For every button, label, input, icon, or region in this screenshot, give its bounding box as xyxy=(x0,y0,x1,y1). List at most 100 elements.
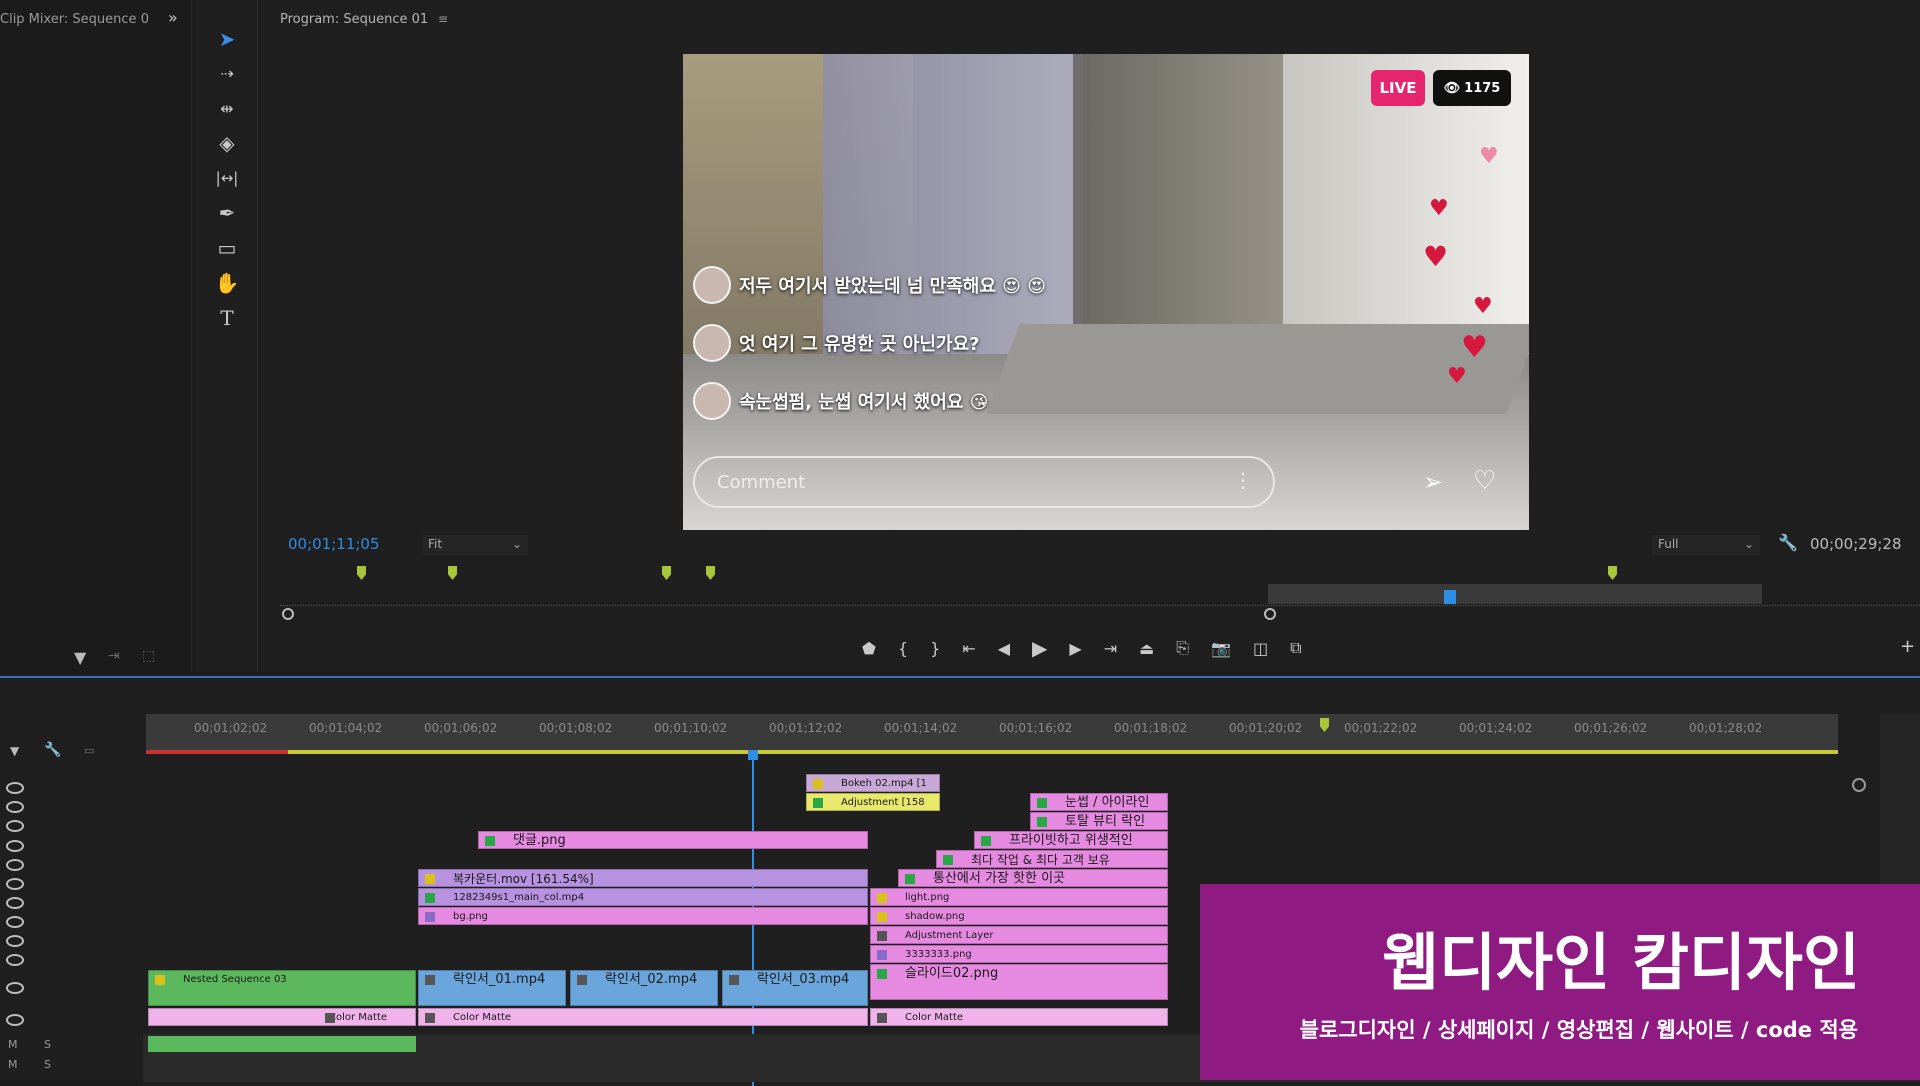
clip-nested-sequence[interactable]: Nested Sequence 03 xyxy=(148,970,416,1006)
track-eye-icon[interactable] xyxy=(6,935,24,947)
ruler-tick-label: 00;01;22;02 xyxy=(1344,721,1418,735)
quality-dropdown[interactable]: Full ⌄ xyxy=(1652,535,1760,555)
add-button-icon[interactable]: + xyxy=(1900,636,1915,657)
ruler-tick-label: 00;01;26;02 xyxy=(1574,721,1648,735)
comment-placeholder: Comment xyxy=(717,472,806,493)
mark-out-icon[interactable]: } xyxy=(930,639,940,658)
clip-lock1[interactable]: 락인서_01.mp4 xyxy=(418,970,566,1006)
monitor-playhead[interactable] xyxy=(1444,590,1456,604)
track-eye-icon[interactable] xyxy=(6,859,24,871)
clip-best-work-title[interactable]: 최다 작업 & 최다 고객 보유 xyxy=(936,850,1168,868)
solo-label-s[interactable]: S xyxy=(44,1038,51,1051)
playhead-timecode[interactable]: 00;01;11;05 xyxy=(288,535,380,553)
clip-3333333-png[interactable]: 3333333.png xyxy=(870,945,1168,963)
vertical-zoom-handle[interactable] xyxy=(1852,778,1866,792)
chevron-down-icon: ⌄ xyxy=(511,537,522,551)
track-eye-icon[interactable] xyxy=(6,982,24,994)
type-tool-icon[interactable]: T xyxy=(212,303,242,333)
filter-icon[interactable]: ▼ xyxy=(74,648,86,667)
mark-in-icon[interactable]: { xyxy=(898,639,908,658)
go-to-out-icon[interactable]: ⇥ xyxy=(1104,639,1117,658)
timeline-playhead-handle[interactable] xyxy=(748,750,758,760)
clip-slide-png[interactable]: 슬라이드02.png xyxy=(870,964,1168,1000)
clip-bg-png[interactable]: bg.png xyxy=(418,907,868,925)
insert-icon[interactable]: ⇥ xyxy=(108,648,120,664)
clip-hot-place-title[interactable]: 통산에서 가장 핫한 이곳 xyxy=(898,869,1168,887)
clip-beauty-title[interactable]: 토탈 뷰티 락인 xyxy=(1030,812,1168,830)
snap-icon[interactable]: ▼ xyxy=(10,744,19,758)
step-forward-icon[interactable]: ▶ xyxy=(1069,639,1081,658)
time-ruler[interactable]: 00;01;02;02 00;01;04;02 00;01;06;02 00;01;0… xyxy=(146,714,1838,752)
track-eye-icon[interactable] xyxy=(6,801,24,813)
lift-icon[interactable]: ⏏ xyxy=(1139,639,1154,658)
mute-label-m[interactable]: M xyxy=(8,1038,18,1051)
ruler-tick-label: 00;01;08;02 xyxy=(539,721,613,735)
add-marker-icon[interactable]: ⬟ xyxy=(862,639,876,658)
razor-tool-icon[interactable]: ◈ xyxy=(212,128,242,158)
chevron-down-icon: ⌄ xyxy=(1743,537,1754,551)
clip-lock3[interactable]: 락인서_03.mp4 xyxy=(722,970,868,1006)
clip-private-title[interactable]: 프라이빗하고 위생적인 xyxy=(974,831,1168,849)
comparison-view-icon[interactable]: ◫ xyxy=(1253,639,1268,658)
monitor-work-area[interactable] xyxy=(1268,584,1762,604)
clip-color-matte-2[interactable]: Color Matte xyxy=(418,1008,868,1026)
audio-clip[interactable] xyxy=(148,1036,416,1052)
rectangle-tool-icon[interactable]: ▭ xyxy=(212,233,242,263)
clip-eyeliner-title[interactable]: 눈썹 / 아이라인 xyxy=(1030,793,1168,811)
render-bar-red xyxy=(146,750,288,754)
clip-shadow-png[interactable]: shadow.png xyxy=(870,907,1168,925)
hand-tool-icon[interactable]: ✋ xyxy=(212,268,242,298)
track-eye-icon[interactable] xyxy=(6,820,24,832)
scroll-end-handle[interactable] xyxy=(1264,608,1276,620)
zoom-dropdown[interactable]: Fit ⌄ xyxy=(422,535,528,555)
slip-tool-icon[interactable]: |↔| xyxy=(212,163,242,193)
pen-tool-icon[interactable]: ✒ xyxy=(212,198,242,228)
clip-color-matte-1[interactable]: Color Matte xyxy=(148,1008,416,1026)
play-icon[interactable]: ▶ xyxy=(1032,636,1047,660)
track-eye-icon[interactable] xyxy=(6,878,24,890)
camera-icon[interactable]: 📷 xyxy=(1211,639,1231,658)
panel-menu-chevron-icon[interactable]: » xyxy=(168,8,178,27)
track-eye-icon[interactable] xyxy=(6,897,24,909)
send-icon[interactable]: ➢ xyxy=(1423,468,1443,496)
scroll-start-handle[interactable] xyxy=(282,608,294,620)
avatar xyxy=(693,382,731,420)
promo-banner: 웹디자인 캄디자인 블로그디자인 / 상세페이지 / 영상편집 / 웹사이트 /… xyxy=(1200,884,1920,1080)
go-to-in-icon[interactable]: ⇤ xyxy=(962,639,975,658)
floating-heart-icon: ♥ xyxy=(1473,294,1493,319)
clip-lock2[interactable]: 락인서_02.mp4 xyxy=(570,970,718,1006)
clip-adjustment-layer[interactable]: Adjustment Layer xyxy=(870,926,1168,944)
clip-bokeh[interactable]: Bokeh 02.mp4 [1 xyxy=(806,774,940,792)
heart-outline-icon[interactable]: ♡ xyxy=(1473,466,1496,496)
clip-color-matte-3[interactable]: Color Matte xyxy=(870,1008,1168,1026)
multi-camera-icon[interactable]: ⧉ xyxy=(1290,638,1301,658)
clip-adjustment[interactable]: Adjustment [158 xyxy=(806,793,940,811)
ripple-edit-tool-icon[interactable]: ⇹ xyxy=(212,93,242,123)
extract-icon[interactable]: ⎘ xyxy=(1176,638,1189,658)
solo-label-s[interactable]: S xyxy=(44,1058,51,1071)
clip-light-png[interactable]: light.png xyxy=(870,888,1168,906)
floating-heart-icon: ♥ xyxy=(1429,196,1449,221)
track-eye-icon[interactable] xyxy=(6,954,24,966)
clip-counter-mov[interactable]: 복카운터.mov [161.54%] xyxy=(418,869,868,887)
wrench-icon[interactable]: 🔧 xyxy=(1778,533,1798,552)
comment-input[interactable]: Comment ⋮ xyxy=(693,456,1275,508)
selection-tool-icon[interactable]: ➤ xyxy=(212,24,242,54)
track-eye-icon[interactable] xyxy=(6,840,24,852)
export-icon[interactable]: ⬚ xyxy=(142,648,155,664)
mute-label-m[interactable]: M xyxy=(8,1058,18,1071)
ruler-tick-label: 00;01;24;02 xyxy=(1459,721,1533,735)
chat-text: 속눈썹펌, 눈썹 여기서 했어요 😘 xyxy=(739,392,989,413)
captions-icon[interactable]: ▭ xyxy=(84,744,94,757)
monitor-menu-icon[interactable]: ≡ xyxy=(438,12,448,26)
track-eye-icon[interactable] xyxy=(6,782,24,794)
clip-main-mp4[interactable]: 1282349s1_main_col.mp4 xyxy=(418,888,868,906)
clip-comments-png[interactable]: 댓글.png xyxy=(478,831,868,849)
render-bar xyxy=(146,750,1838,754)
timeline-settings-wrench-icon[interactable]: 🔧 xyxy=(44,742,61,758)
step-back-icon[interactable]: ◀ xyxy=(998,639,1010,658)
track-select-tool-icon[interactable]: ⇢ xyxy=(212,58,242,88)
track-eye-icon[interactable] xyxy=(6,916,24,928)
track-eye-icon[interactable] xyxy=(6,1014,24,1026)
more-vertical-icon[interactable]: ⋮ xyxy=(1233,468,1253,492)
